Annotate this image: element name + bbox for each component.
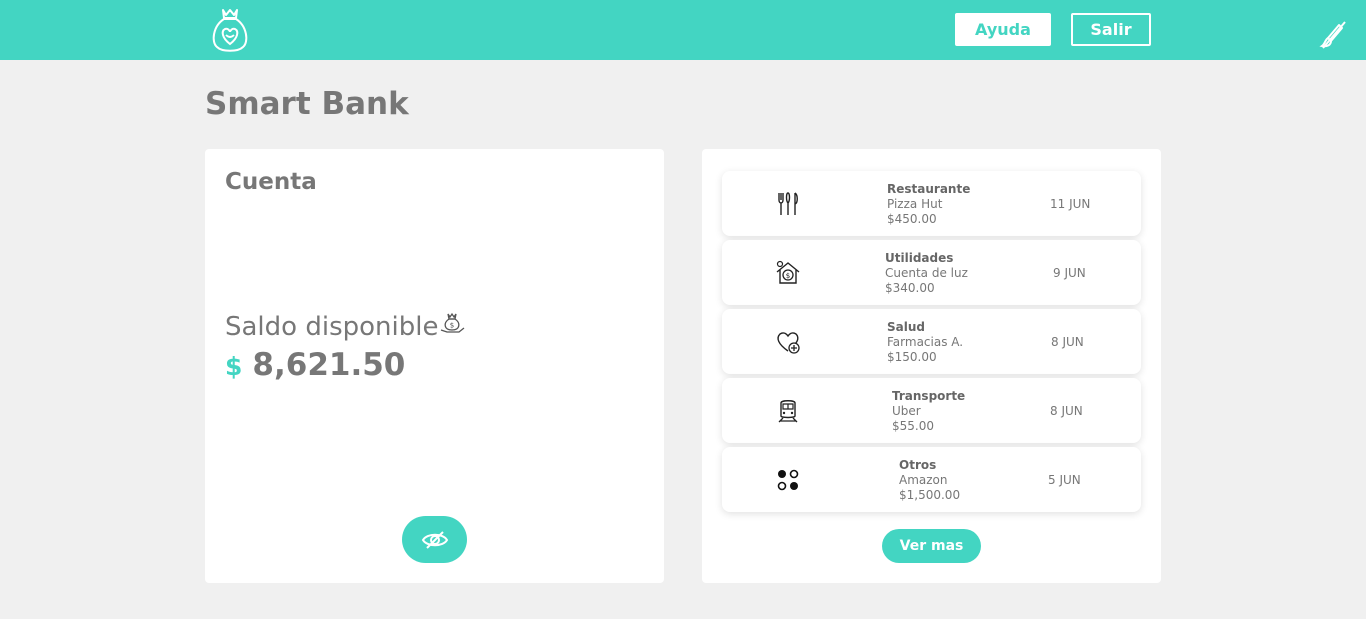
transaction-item-salud[interactable]: Salud Farmacias A. $150.00 8 JUN <box>722 309 1141 374</box>
transaction-merchant: Cuenta de luz <box>885 266 968 280</box>
transactions-list: Restaurante Pizza Hut $450.00 11 JUN $ U… <box>722 171 1141 516</box>
balance-row: $ 8,621.50 <box>225 347 405 383</box>
transaction-category: Utilidades <box>885 251 954 265</box>
top-bar: Ayuda Salir <box>0 0 1366 60</box>
transactions-card: Restaurante Pizza Hut $450.00 11 JUN $ U… <box>702 149 1161 583</box>
train-icon <box>778 400 798 423</box>
help-button[interactable]: Ayuda <box>955 13 1051 46</box>
transaction-date: 8 JUN <box>1051 335 1084 349</box>
house-bill-icon: $ <box>776 260 800 284</box>
transaction-item-restaurante[interactable]: Restaurante Pizza Hut $450.00 11 JUN <box>722 171 1141 236</box>
transaction-amount: $150.00 <box>887 350 937 364</box>
balance-label: Saldo disponible <box>225 312 439 342</box>
svg-text:$: $ <box>786 272 790 280</box>
page-title: Smart Bank <box>205 86 409 122</box>
transaction-amount: $340.00 <box>885 281 935 295</box>
no-brush-icon[interactable] <box>1318 18 1348 50</box>
transaction-category: Restaurante <box>887 182 971 196</box>
toggle-balance-visibility-button[interactable] <box>402 516 467 563</box>
transaction-item-utilidades[interactable]: $ Utilidades Cuenta de luz $340.00 9 JUN <box>722 240 1141 305</box>
balance-amount: 8,621.50 <box>252 347 406 383</box>
transaction-amount: $450.00 <box>887 212 937 226</box>
transaction-amount: $55.00 <box>892 419 934 433</box>
transaction-date: 11 JUN <box>1050 197 1091 211</box>
eye-slash-icon <box>421 530 448 549</box>
transaction-merchant: Farmacias A. <box>887 335 964 349</box>
transaction-item-transporte[interactable]: Transporte Uber $55.00 8 JUN <box>722 378 1141 443</box>
transaction-merchant: Amazon <box>899 473 948 487</box>
transaction-amount: $1,500.00 <box>899 488 961 502</box>
money-hand-icon: $ <box>441 312 465 333</box>
dots-grid-icon <box>777 469 799 491</box>
logout-button[interactable]: Salir <box>1071 13 1151 46</box>
transaction-date: 8 JUN <box>1050 404 1083 418</box>
transaction-merchant: Uber <box>892 404 921 418</box>
transaction-date: 9 JUN <box>1053 266 1086 280</box>
account-card: Cuenta Saldo disponible $ $ 8,621.50 <box>205 149 664 583</box>
transaction-item-otros[interactable]: Otros Amazon $1,500.00 5 JUN <box>722 447 1141 512</box>
transaction-merchant: Pizza Hut <box>887 197 943 211</box>
transaction-category: Transporte <box>892 389 966 403</box>
svg-text:$: $ <box>450 322 454 330</box>
transaction-date: 5 JUN <box>1048 473 1081 487</box>
heart-plus-icon <box>777 332 800 354</box>
account-title: Cuenta <box>225 169 317 195</box>
money-bag-logo-icon[interactable] <box>209 6 251 54</box>
see-more-button[interactable]: Ver mas <box>882 529 981 563</box>
currency-symbol: $ <box>225 352 243 381</box>
cutlery-icon <box>778 192 798 215</box>
transaction-category: Otros <box>899 458 937 472</box>
balance-label-row: Saldo disponible $ <box>225 312 465 342</box>
transaction-category: Salud <box>887 320 925 334</box>
